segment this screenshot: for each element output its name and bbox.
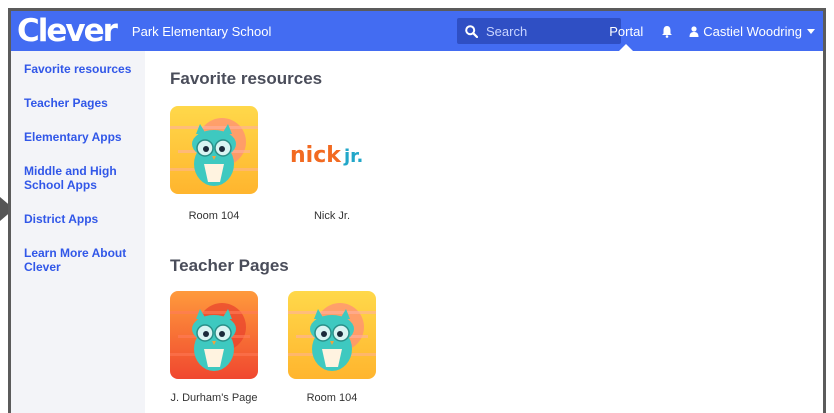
app-tile-room-104[interactable] [170, 106, 258, 194]
sidebar-item-teacher-pages[interactable]: Teacher Pages [24, 96, 139, 110]
top-bar: Clever Park Elementary School Search Por… [11, 11, 823, 51]
owl-icon [288, 291, 376, 379]
section-title-favorites: Favorite resources [170, 69, 323, 88]
search-icon [465, 24, 478, 38]
user-menu[interactable]: Castiel Woodring [689, 24, 815, 39]
owl-icon [170, 291, 258, 379]
owl-icon [170, 106, 258, 194]
school-name[interactable]: Park Elementary School [132, 24, 271, 39]
sidebar-item-district-apps[interactable]: District Apps [24, 212, 139, 226]
app-tile-nick-jr[interactable]: nick jr. [288, 106, 376, 194]
nick-logo-text: nick [290, 143, 342, 168]
bell-icon[interactable] [661, 25, 673, 38]
app-tile-room-104-teacher[interactable] [288, 291, 376, 379]
app-label-nick-jr: Nick Jr. [313, 210, 351, 222]
active-caret [619, 44, 634, 51]
app-label-j-durhams-page: J. Durham's Page [170, 392, 258, 404]
section-title-teacher-pages: Teacher Pages [170, 256, 289, 275]
user-name: Castiel Woodring [703, 23, 802, 39]
sidebar-item-middle-high-apps[interactable]: Middle and High School Apps [24, 164, 124, 192]
user-icon [689, 25, 699, 37]
search-input[interactable]: Search [457, 18, 621, 44]
app-label-room-104-teacher: Room 104 [306, 392, 358, 404]
jr-logo-text: jr. [343, 146, 363, 167]
sidebar-item-elementary-apps[interactable]: Elementary Apps [24, 130, 139, 144]
sidebar: Favorite resources Teacher Pages Element… [11, 51, 145, 413]
portal-link[interactable]: Portal [609, 11, 643, 51]
clever-logo[interactable]: Clever [17, 11, 118, 51]
app-label-room-104: Room 104 [188, 210, 240, 222]
sidebar-item-learn-more[interactable]: Learn More About Clever [24, 246, 134, 274]
nick-jr-logo: nick jr. [288, 106, 376, 194]
sidebar-item-favorite-resources[interactable]: Favorite resources [24, 62, 139, 76]
app-window: Clever Park Elementary School Search Por… [8, 8, 826, 413]
portal-label: Portal [609, 23, 644, 39]
app-tile-j-durhams-page[interactable] [170, 291, 258, 379]
search-placeholder: Search [486, 23, 528, 39]
header-right: Portal Castiel Woodring [609, 11, 823, 51]
chevron-down-icon [807, 28, 815, 34]
